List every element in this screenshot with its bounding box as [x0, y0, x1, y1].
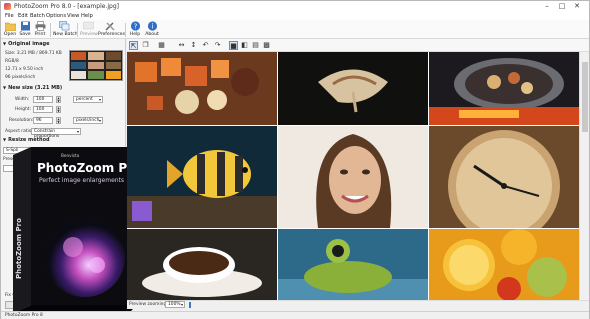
- resolution-spinner[interactable]: ▲ ▼: [56, 117, 61, 124]
- width-unit-select[interactable]: percent: [73, 96, 103, 103]
- zoom-slider-handle[interactable]: [189, 302, 191, 308]
- width-spinner[interactable]: ▲ ▼: [56, 96, 61, 103]
- tools-icon: [105, 22, 115, 31]
- scrollbar-thumb[interactable]: [582, 62, 588, 132]
- about-button[interactable]: i About: [144, 21, 160, 38]
- preview-button[interactable]: Preview: [80, 21, 98, 38]
- box-brand: Benvista: [61, 153, 80, 158]
- height-label: Height:: [15, 107, 31, 112]
- menu-edit[interactable]: Edit: [18, 13, 28, 19]
- preview-toolbar: ⇱ ❐ ▦ ↔ ↕ ↶ ↷ ■ ◧ ▤ ▩: [127, 39, 589, 52]
- box-spine-label: PhotoZoom Pro: [15, 218, 23, 279]
- food-cubes-image: [127, 52, 277, 125]
- toolbar-separator: [125, 23, 126, 37]
- open-button[interactable]: Open: [3, 21, 17, 38]
- height-spinner[interactable]: ▲ ▼: [56, 106, 61, 113]
- original-thumbnail: [69, 50, 123, 81]
- flip-horizontal-icon[interactable]: ↔: [177, 41, 186, 50]
- svg-text:?: ?: [133, 22, 137, 30]
- menu-batch[interactable]: Batch: [30, 13, 45, 19]
- preview-icon: [83, 21, 94, 30]
- menu-bar: File Edit Batch Options View Help: [1, 12, 589, 20]
- status-text: PhotoZoom Pro 8: [5, 313, 43, 318]
- zoom-bar: Preview zooming: 100%: [127, 300, 589, 309]
- save-button[interactable]: Save: [18, 21, 32, 38]
- width-label: Width:: [15, 97, 30, 102]
- batch-icon: [58, 21, 69, 31]
- original-image-header[interactable]: ▼ Original image: [3, 41, 49, 47]
- svg-text:i: i: [151, 22, 153, 30]
- box-tagline: Perfect image enlargements: [39, 177, 125, 184]
- rotate-right-icon[interactable]: ↷: [213, 41, 222, 50]
- zoom-select[interactable]: 100%: [165, 301, 185, 308]
- portrait-image: [278, 126, 428, 228]
- aspect-ratio-label: Aspect ratio:: [5, 129, 33, 134]
- compare-view-icon[interactable]: ▩: [262, 41, 271, 50]
- vertical-scrollbar[interactable]: [579, 52, 589, 300]
- new-size-header[interactable]: ▼ New size (3.21 MB): [3, 85, 62, 91]
- single-view-icon[interactable]: ■: [229, 41, 238, 50]
- main-toolbar: Open Save Print New Batch Preview Prefer…: [1, 20, 589, 39]
- print-button[interactable]: Print: [33, 21, 47, 38]
- original-resolution: 96 pixels/inch: [5, 75, 36, 80]
- printer-icon: [35, 21, 45, 31]
- flip-vertical-icon[interactable]: ↕: [189, 41, 198, 50]
- width-input[interactable]: 100: [33, 96, 53, 103]
- resolution-input[interactable]: 96: [33, 117, 53, 124]
- zoom-label: Preview zooming:: [129, 302, 168, 307]
- close-button[interactable]: ✕: [571, 2, 583, 11]
- aspect-ratio-select[interactable]: Constrain proportions: [31, 128, 81, 139]
- fish-image: [127, 126, 277, 228]
- floppy-icon: [20, 21, 30, 31]
- resolution-label: Resolution:: [9, 118, 34, 123]
- grill-image: [429, 52, 579, 125]
- seashell-image: [278, 52, 428, 125]
- menu-file[interactable]: File: [5, 13, 14, 19]
- menu-view[interactable]: View: [67, 13, 79, 19]
- preview-image-grid[interactable]: [127, 52, 579, 300]
- coffee-image: [127, 229, 277, 300]
- preferences-button[interactable]: Preferences: [98, 21, 125, 38]
- window-title: PhotoZoom Pro 8.0 - [example.jpg]: [14, 3, 119, 10]
- new-batch-button[interactable]: New Batch: [53, 21, 78, 38]
- resolution-unit-select[interactable]: pixels/inch: [73, 117, 103, 124]
- rotate-left-icon[interactable]: ↶: [201, 41, 210, 50]
- help-icon: ?: [130, 21, 140, 31]
- folder-icon: [4, 22, 16, 31]
- status-bar: PhotoZoom Pro 8: [1, 311, 589, 319]
- original-dimensions: 12.71 x 9.50 inch: [5, 67, 44, 72]
- zoom-tool-icon[interactable]: ▦: [157, 41, 166, 50]
- menu-help[interactable]: Help: [81, 13, 93, 19]
- crop-tool-icon[interactable]: ❐: [141, 41, 150, 50]
- help-button[interactable]: ? Help: [128, 21, 142, 38]
- clock-image: [429, 126, 579, 228]
- maximize-button[interactable]: □: [556, 2, 568, 11]
- app-window: PhotoZoom Pro 8.0 - [example.jpg] – □ ✕ …: [0, 0, 590, 319]
- menu-options[interactable]: Options: [46, 13, 66, 19]
- original-size: Size: 3.21 MB / 869.71 KB: [5, 51, 62, 56]
- toolbar-separator: [50, 23, 51, 37]
- title-bar: PhotoZoom Pro 8.0 - [example.jpg] – □ ✕: [1, 1, 589, 12]
- info-icon: i: [147, 21, 157, 31]
- height-input[interactable]: 100: [33, 106, 53, 113]
- select-tool-icon[interactable]: ⇱: [129, 41, 138, 50]
- citrus-image: [429, 229, 579, 300]
- toolbar-separator: [77, 23, 78, 37]
- app-icon: [4, 3, 11, 10]
- minimize-button[interactable]: –: [541, 2, 553, 11]
- split-vertical-icon[interactable]: ◧: [240, 41, 249, 50]
- frog-image: [278, 229, 428, 300]
- resize-method-header[interactable]: ▼ Resize method: [3, 137, 50, 143]
- original-mode: RGB/8: [5, 59, 19, 64]
- product-box-image: Benvista PhotoZoom Pro 8 Perfect image e…: [13, 147, 154, 313]
- split-horizontal-icon[interactable]: ▤: [251, 41, 260, 50]
